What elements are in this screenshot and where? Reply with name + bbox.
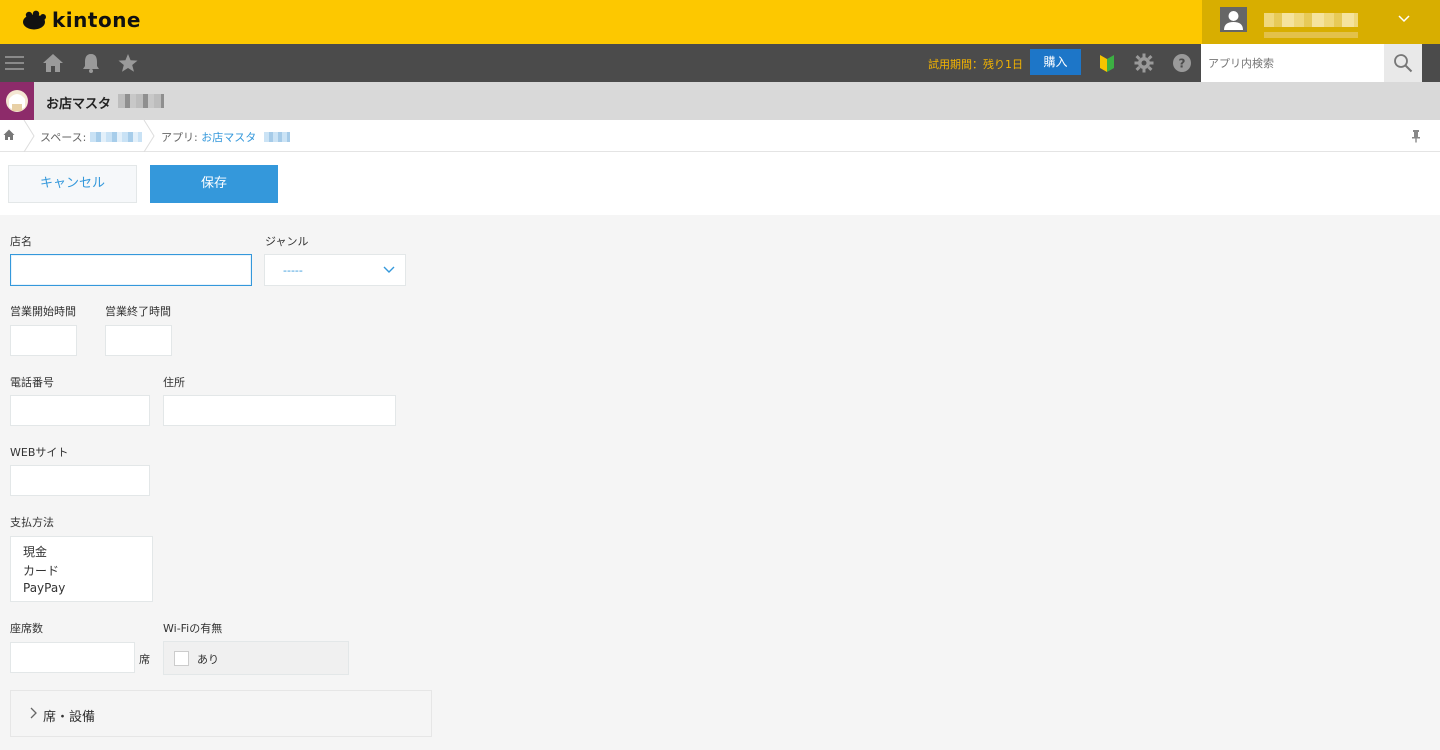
app-search-input[interactable] [1201, 44, 1384, 82]
kintone-logo-icon [22, 10, 48, 30]
breadcrumb-space-prefix: スペース: [40, 131, 90, 144]
wifi-option-label[interactable]: あり [197, 651, 219, 667]
help-icon[interactable]: ? [1171, 53, 1193, 73]
address-label: 住所 [163, 376, 185, 389]
breadcrumb-app-link[interactable]: お店マスタ [201, 131, 256, 144]
cancel-button[interactable]: キャンセル [8, 165, 137, 203]
open-time-label: 営業開始時間 [10, 305, 76, 318]
address-input[interactable] [163, 395, 396, 426]
seats-input[interactable] [10, 642, 135, 673]
app-title-redacted [118, 94, 164, 108]
payment-option-paypay[interactable]: PayPay [23, 581, 65, 595]
svg-text:?: ? [1179, 57, 1186, 71]
payment-multiselect[interactable]: 現金 カード PayPay [10, 536, 153, 602]
star-icon[interactable] [117, 53, 139, 73]
genre-select-value: ----- [283, 264, 303, 277]
bell-icon[interactable] [80, 53, 102, 73]
kintone-logo[interactable]: kintone [22, 8, 141, 32]
payment-option-cash[interactable]: 現金 [23, 543, 47, 560]
seats-unit: 席 [139, 653, 150, 666]
breadcrumb-app-prefix: アプリ: [161, 131, 202, 144]
home-icon[interactable] [42, 53, 64, 73]
user-name-redacted [1264, 13, 1358, 27]
website-label: WEBサイト [10, 446, 69, 459]
shop-name-input[interactable] [10, 254, 252, 286]
genre-select[interactable]: ----- [264, 254, 406, 286]
payment-option-card[interactable]: カード [23, 562, 59, 579]
breadcrumb-separator-icon [143, 120, 155, 152]
save-button[interactable]: 保存 [150, 165, 278, 203]
phone-input[interactable] [10, 395, 150, 426]
record-toolbar: キャンセル 保存 [0, 152, 1440, 215]
user-avatar-icon [1220, 7, 1247, 32]
seats-label: 座席数 [10, 622, 43, 635]
breadcrumb: スペース: アプリ: お店マスタ [0, 120, 1440, 152]
search-icon [1394, 54, 1413, 73]
wifi-checkbox-group: あり [163, 641, 349, 675]
seats-facilities-group[interactable]: 席・設備 [10, 690, 432, 737]
breadcrumb-app[interactable]: アプリ: お店マスタ [161, 129, 291, 145]
chevron-down-icon[interactable] [1398, 12, 1410, 28]
chevron-down-icon [383, 263, 395, 278]
breadcrumb-space[interactable]: スペース: [40, 129, 142, 145]
close-time-input[interactable] [105, 325, 172, 356]
home-icon[interactable] [3, 129, 15, 144]
pin-icon[interactable] [1410, 129, 1422, 146]
close-time-label: 営業終了時間 [105, 305, 171, 318]
search-button[interactable] [1384, 44, 1422, 82]
trial-period-text[interactable]: 試用期間：残り1日 [928, 56, 1023, 72]
top-header: kintone [0, 0, 1440, 44]
app-header: お店マスタ [0, 82, 1440, 120]
user-menu[interactable] [1202, 0, 1440, 44]
wifi-checkbox[interactable] [174, 651, 189, 666]
genre-label: ジャンル [265, 235, 309, 248]
chevron-right-icon [29, 706, 39, 723]
app-name-redacted [264, 132, 291, 142]
shop-name-label: 店名 [10, 235, 32, 248]
buy-button[interactable]: 購入 [1030, 49, 1081, 75]
group-label: 席・設備 [43, 710, 96, 725]
gear-icon[interactable] [1133, 53, 1155, 73]
app-title: お店マスタ [46, 97, 112, 112]
user-subtext-redacted [1264, 32, 1358, 38]
website-input[interactable] [10, 465, 150, 496]
wifi-label: Wi-Fiの有無 [163, 622, 223, 635]
open-time-input[interactable] [10, 325, 77, 356]
space-name-redacted [89, 132, 142, 142]
global-navbar: 試用期間：残り1日 購入 ? [0, 44, 1440, 82]
logo-text: kintone [52, 8, 141, 32]
payment-label: 支払方法 [10, 516, 54, 529]
breadcrumb-separator-icon [23, 120, 35, 152]
app-icon[interactable] [0, 82, 34, 120]
phone-label: 電話番号 [10, 376, 54, 389]
beginner-icon[interactable] [1096, 53, 1118, 73]
menu-icon[interactable] [4, 53, 26, 73]
